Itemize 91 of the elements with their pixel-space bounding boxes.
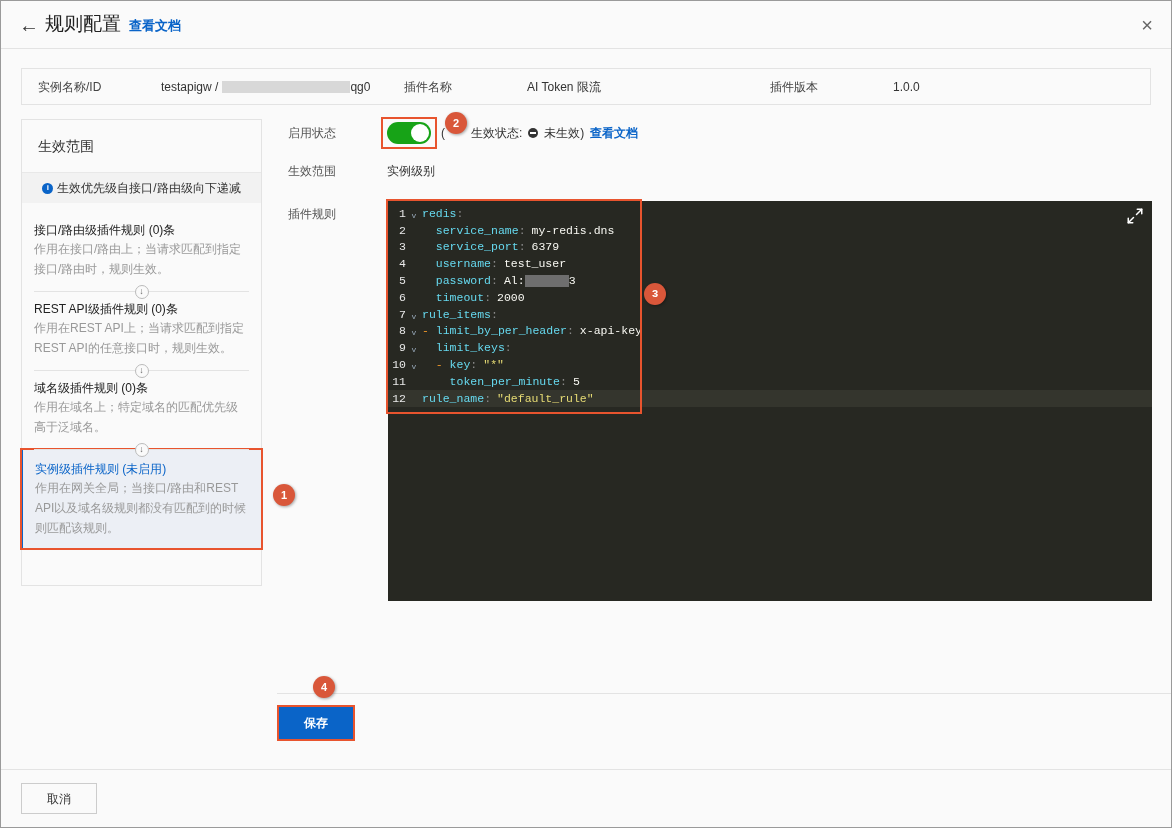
code-token: password: [434, 272, 491, 289]
field-value: 实例级别: [387, 163, 435, 180]
panel-title: 生效范围: [38, 136, 94, 156]
code-token: :: [504, 340, 512, 357]
info-label: 实例名称/ID: [38, 78, 103, 96]
line-number: 6: [398, 289, 406, 306]
fold-icon[interactable]: v: [411, 209, 417, 222]
code-token: :: [518, 222, 526, 239]
code-token: :: [560, 373, 567, 390]
code-token: :: [484, 289, 492, 306]
scope-item-title: 接口/路由级插件规则 (0)条: [34, 222, 177, 239]
code-token: -: [422, 323, 430, 340]
page-title: 规则配置: [45, 12, 121, 37]
info-value: qg0: [350, 78, 371, 96]
info-value: 1.0.0: [893, 78, 920, 96]
code-token: :: [470, 356, 478, 373]
scope-item-title: 域名级插件规则 (0)条: [34, 380, 149, 397]
line-number: 11: [391, 373, 406, 390]
expand-icon[interactable]: [1126, 207, 1144, 225]
code-token: timeout: [434, 289, 485, 306]
step-badge: 2: [445, 112, 467, 134]
back-icon[interactable]: ←: [19, 9, 39, 40]
code-token: limit_keys: [434, 340, 505, 357]
code-token: 6379: [531, 239, 560, 256]
line-number: 10: [391, 356, 406, 373]
info-value: AI Token 限流: [527, 78, 601, 96]
scope-item-title: REST API级插件规则 (0)条: [34, 301, 179, 318]
info-icon: i: [42, 182, 54, 194]
code-token: token_per_minute: [448, 373, 561, 390]
field-label: 生效范围: [288, 163, 337, 180]
code-token: key: [449, 356, 471, 373]
fold-icon[interactable]: v: [411, 344, 417, 357]
code-token: :: [484, 390, 492, 407]
code-token: :: [456, 205, 464, 222]
info-label: 插件名称: [404, 78, 453, 96]
code-token: rule_name: [422, 390, 485, 407]
close-button[interactable]: ×: [1141, 14, 1153, 35]
code-token: test_user: [503, 256, 567, 273]
code-token: 5: [572, 373, 580, 390]
cancel-button[interactable]: 取消: [21, 783, 97, 814]
enable-switch[interactable]: [387, 122, 431, 144]
save-button[interactable]: 保存: [279, 707, 353, 739]
code-token: Al:: [503, 272, 525, 289]
line-number: 12: [391, 390, 406, 407]
step-badge: 3: [644, 283, 666, 305]
code-token: limit_by_per_header: [435, 323, 567, 340]
scope-item-desc: 作用在网关全局；当接口/路由和REST API以及域名级规则都没有匹配到的时候则匹配该规则。: [35, 480, 248, 537]
code-token: "*": [483, 356, 504, 373]
code-token: :: [491, 256, 498, 273]
status-text: (: [441, 125, 445, 142]
field-label: 启用状态: [288, 125, 337, 142]
code-token: service_port: [434, 239, 519, 256]
fold-icon[interactable]: v: [411, 327, 417, 340]
code-token: -: [434, 356, 444, 373]
code-token: :: [491, 306, 498, 323]
step-badge: 4: [313, 676, 335, 698]
doc-link[interactable]: 查看文档: [590, 124, 639, 142]
line-number: 7: [398, 306, 406, 323]
field-label: 插件规则: [288, 206, 337, 223]
fold-icon[interactable]: v: [411, 310, 417, 323]
info-label: 插件版本: [770, 78, 819, 96]
line-number: 3: [398, 239, 406, 256]
doc-link[interactable]: 查看文档: [129, 16, 181, 36]
scope-item-desc: 作用在REST API上；当请求匹配到指定REST API的任意接口时，规则生效。: [34, 320, 245, 357]
code-token: service_name: [434, 222, 519, 239]
code-token: 2000: [497, 289, 525, 306]
scope-item-desc: 作用在域名上；特定域名的匹配优先级高于泛域名。: [34, 399, 239, 436]
code-token: :: [566, 323, 574, 340]
status-text: 生效状态:: [471, 125, 523, 142]
line-number: 5: [398, 272, 406, 289]
code-token: rule_items: [422, 306, 491, 323]
line-number: 9: [398, 340, 406, 357]
status-value: 未生效): [544, 125, 585, 142]
code-token: username: [434, 256, 491, 273]
scope-item-title: 实例级插件规则 (未启用): [35, 461, 168, 478]
fold-icon[interactable]: v: [411, 361, 417, 374]
code-token: :: [518, 239, 526, 256]
code-token: x-api-key: [579, 323, 642, 340]
code-token: "default_rule": [497, 390, 594, 407]
line-number: 1: [398, 205, 406, 222]
code-token: redis: [422, 205, 457, 222]
info-value: testapigw /: [161, 78, 219, 96]
line-number: 2: [398, 222, 406, 239]
code-token: 3: [568, 272, 576, 289]
line-number: 8: [398, 323, 406, 340]
code-token: my-redis.dns: [531, 222, 615, 239]
step-badge: 1: [273, 484, 295, 506]
line-number: 4: [398, 256, 406, 273]
notice-text: 生效优先级自接口/路由级向下递减: [57, 180, 241, 197]
code-token: :: [491, 272, 498, 289]
scope-item-desc: 作用在接口/路由上；当请求匹配到指定接口/路由时，规则生效。: [34, 241, 243, 278]
